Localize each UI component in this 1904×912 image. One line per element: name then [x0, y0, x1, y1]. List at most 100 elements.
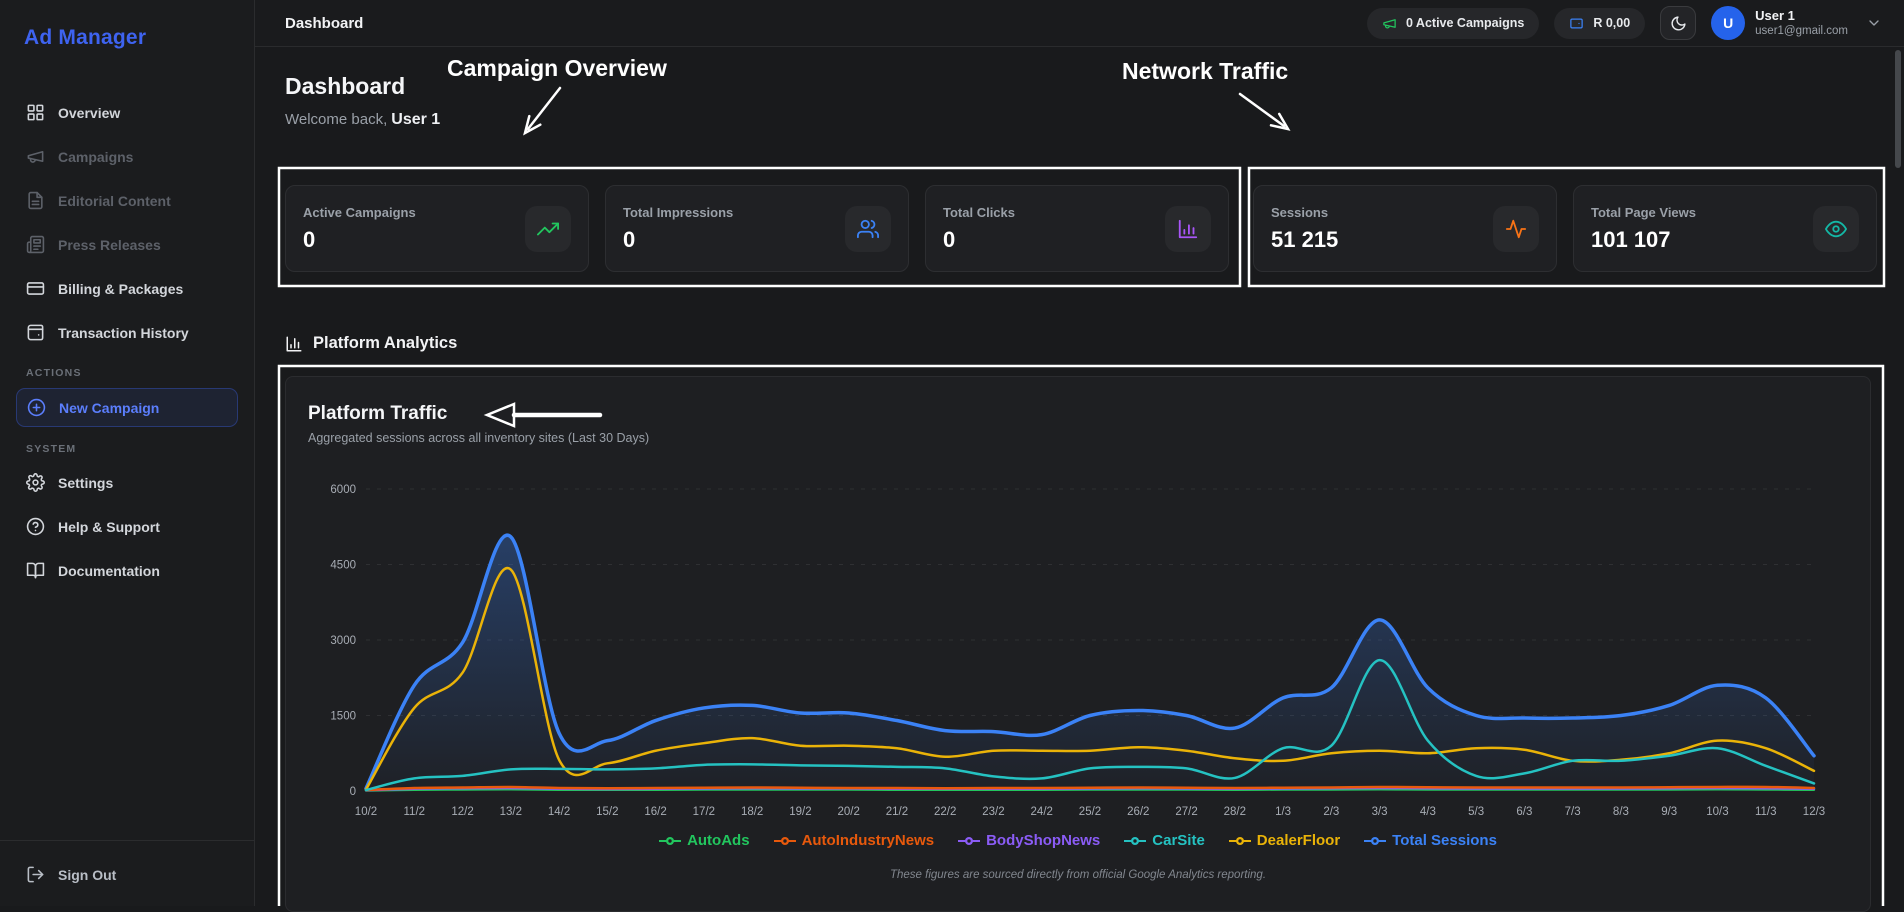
main-area: Dashboard 0 Active Campaigns R 0,00 U Us…: [255, 0, 1904, 906]
stat-value: 0: [943, 227, 1015, 253]
svg-text:3/3: 3/3: [1372, 806, 1388, 818]
sidebar-item-settings[interactable]: Settings: [16, 464, 238, 501]
svg-text:4/3: 4/3: [1420, 806, 1436, 818]
bar-chart-icon: [285, 335, 303, 353]
topbar: Dashboard 0 Active Campaigns R 0,00 U Us…: [255, 0, 1904, 47]
legend-item-autoindustrynews[interactable]: AutoIndustryNews: [774, 832, 935, 849]
svg-text:14/2: 14/2: [548, 806, 570, 818]
sidebar-item-label: Overview: [58, 105, 120, 121]
sidebar-item-label: Billing & Packages: [58, 281, 183, 297]
stat-card-sessions: Sessions 51 215: [1253, 185, 1557, 272]
legend-item-dealerfloor[interactable]: DealerFloor: [1229, 832, 1340, 849]
sidebar-item-label: Transaction History: [58, 325, 189, 341]
svg-text:2/3: 2/3: [1323, 806, 1339, 818]
gear-icon: [26, 473, 45, 492]
scrollbar-thumb[interactable]: [1895, 50, 1901, 168]
svg-text:6000: 6000: [330, 484, 356, 496]
sidebar-item-billing-packages[interactable]: Billing & Packages: [16, 270, 238, 307]
user-email: user1@gmail.com: [1755, 24, 1848, 38]
active-campaigns-badge[interactable]: 0 Active Campaigns: [1367, 8, 1539, 39]
active-campaigns-badge-label: 0 Active Campaigns: [1406, 16, 1524, 30]
stat-label: Sessions: [1271, 205, 1338, 220]
book-open-icon: [26, 561, 45, 580]
svg-text:16/2: 16/2: [644, 806, 666, 818]
chart-title: Platform Traffic: [308, 403, 1848, 425]
svg-text:5/3: 5/3: [1468, 806, 1484, 818]
svg-text:1/3: 1/3: [1275, 806, 1291, 818]
sidebar-item-campaigns[interactable]: Campaigns: [16, 138, 238, 175]
credit-card-icon: [26, 279, 45, 298]
legend-item-carsite[interactable]: CarSite: [1124, 832, 1205, 849]
sidebar-nav: Overview Campaigns Editorial Content Pre…: [16, 94, 238, 596]
wallet-icon: [26, 323, 45, 342]
chart-legend: AutoAds AutoIndustryNews BodyShopNews Ca…: [308, 832, 1848, 849]
sidebar-item-transaction-history[interactable]: Transaction History: [16, 314, 238, 351]
stat-card-total-page-views: Total Page Views 101 107: [1573, 185, 1877, 272]
svg-text:18/2: 18/2: [741, 806, 763, 818]
platform-analytics-header: Platform Analytics: [285, 334, 1879, 353]
legend-item-autoads[interactable]: AutoAds: [659, 832, 750, 849]
sidebar-footer: Sign Out: [0, 840, 254, 892]
avatar: U: [1711, 6, 1745, 40]
svg-text:21/2: 21/2: [886, 806, 908, 818]
svg-text:27/2: 27/2: [1175, 806, 1197, 818]
sidebar-item-press-releases[interactable]: Press Releases: [16, 226, 238, 263]
svg-text:11/2: 11/2: [404, 806, 426, 818]
svg-text:22/2: 22/2: [934, 806, 956, 818]
svg-text:11/3: 11/3: [1755, 806, 1777, 818]
balance-badge[interactable]: R 0,00: [1554, 8, 1645, 39]
platform-traffic-card: Platform Traffic Aggregated sessions acr…: [285, 376, 1871, 912]
legend-item-bodyshopnews[interactable]: BodyShopNews: [958, 832, 1100, 849]
user-menu[interactable]: U User 1 user1@gmail.com: [1711, 6, 1882, 40]
svg-text:3000: 3000: [330, 635, 356, 647]
dashboard-content: Dashboard Welcome back,User 1 Active Cam…: [255, 47, 1904, 912]
plus-circle-icon: [27, 398, 46, 417]
svg-text:28/2: 28/2: [1224, 806, 1246, 818]
sidebar-item-label: New Campaign: [59, 400, 159, 416]
stats-row: Active Campaigns 0 Total Impressions 0 T…: [285, 185, 1879, 272]
svg-text:9/3: 9/3: [1661, 806, 1677, 818]
svg-text:8/3: 8/3: [1613, 806, 1629, 818]
welcome-message: Welcome back,User 1: [285, 111, 1879, 129]
legend-label: DealerFloor: [1257, 832, 1340, 849]
stat-value: 0: [623, 227, 733, 253]
svg-text:0: 0: [350, 786, 356, 798]
svg-text:24/2: 24/2: [1031, 806, 1053, 818]
svg-text:26/2: 26/2: [1127, 806, 1149, 818]
svg-text:15/2: 15/2: [596, 806, 618, 818]
bar-chart-icon: [1165, 206, 1211, 252]
sidebar-item-new-campaign[interactable]: New Campaign: [16, 388, 238, 427]
grid-icon: [26, 103, 45, 122]
sidebar-item-label: Help & Support: [58, 519, 160, 535]
svg-text:20/2: 20/2: [837, 806, 859, 818]
svg-text:1500: 1500: [330, 711, 356, 723]
users-icon: [845, 206, 891, 252]
wallet-icon: [1569, 16, 1584, 31]
stat-label: Total Impressions: [623, 205, 733, 220]
sign-out-button[interactable]: Sign Out: [16, 857, 238, 892]
stat-label: Total Clicks: [943, 205, 1015, 220]
sidebar-item-editorial-content[interactable]: Editorial Content: [16, 182, 238, 219]
welcome-user-name: User 1: [391, 111, 440, 128]
sidebar-section-actions: ACTIONS: [16, 367, 238, 379]
sidebar-item-help-support[interactable]: Help & Support: [16, 508, 238, 545]
legend-label: BodyShopNews: [986, 832, 1100, 849]
sidebar-item-label: Editorial Content: [58, 193, 171, 209]
sidebar-item-overview[interactable]: Overview: [16, 94, 238, 131]
svg-text:17/2: 17/2: [693, 806, 715, 818]
sidebar-section-system: SYSTEM: [16, 443, 238, 455]
legend-label: Total Sessions: [1392, 832, 1497, 849]
legend-marker-icon: [774, 836, 796, 846]
legend-label: AutoAds: [687, 832, 750, 849]
activity-icon: [1493, 206, 1539, 252]
legend-item-total-sessions[interactable]: Total Sessions: [1364, 832, 1497, 849]
help-circle-icon: [26, 517, 45, 536]
dark-mode-toggle[interactable]: [1660, 6, 1696, 40]
log-out-icon: [26, 865, 45, 884]
page-title: Dashboard: [285, 73, 1879, 100]
sidebar-item-documentation[interactable]: Documentation: [16, 552, 238, 589]
svg-text:19/2: 19/2: [789, 806, 811, 818]
svg-text:23/2: 23/2: [982, 806, 1004, 818]
legend-label: CarSite: [1152, 832, 1205, 849]
svg-text:12/3: 12/3: [1803, 806, 1825, 818]
